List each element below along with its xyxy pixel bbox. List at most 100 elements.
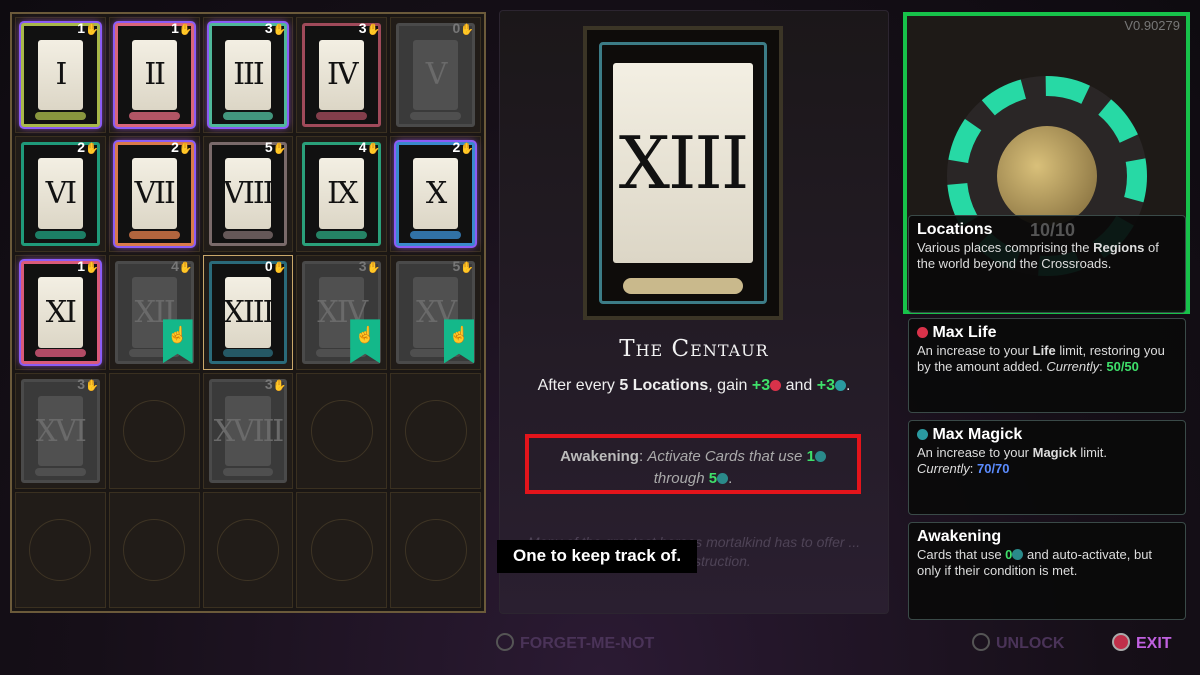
grasp-icon	[814, 451, 826, 462]
card-numeral: XIII	[224, 277, 274, 348]
character-face	[997, 126, 1097, 226]
grasp-icon: ✋	[85, 380, 99, 393]
grasp-icon: ✋	[460, 24, 474, 36]
empty-card-slot[interactable]	[296, 492, 388, 608]
card-slot-xviii[interactable]: XVIII 3✋	[202, 373, 294, 490]
card-numeral: VIII	[223, 158, 275, 229]
empty-card-slot[interactable]	[202, 492, 294, 608]
card-slot-iv[interactable]: IV 3✋	[296, 17, 388, 133]
grasp-icon: ✋	[85, 24, 99, 36]
subtitle-caption: One to keep track of.	[497, 540, 698, 573]
selected-card-numeral: XIII	[613, 63, 753, 263]
card-slot-viii[interactable]: VIII 5✋	[202, 135, 294, 252]
empty-card-slot[interactable]	[390, 492, 481, 608]
card-slot-xv[interactable]: XV 5✋ ☝	[390, 254, 481, 371]
forget-me-not-button[interactable]: FORGET-ME-NOT	[496, 633, 654, 653]
card-detail-panel: XIII The Centaur After every 5 Locations…	[499, 10, 889, 614]
arcana-card: III	[208, 23, 288, 127]
grasp-icon: ✋	[366, 142, 381, 155]
card-grid: I 1✋ II 1✋ III 3✋ IV 3✋ V 0✋ VI 2✋ VII 2✋ VIII 5✋ IX 4✋ X 2…	[10, 12, 486, 613]
arcana-card: IX	[302, 141, 382, 246]
grasp-icon: ✋	[272, 380, 287, 393]
triangle-button-icon	[496, 633, 514, 651]
arcana-card: XVIII	[208, 379, 288, 484]
arcana-card: VI	[21, 141, 100, 246]
card-slot-i[interactable]: I 1✋	[15, 17, 106, 133]
card-effect: After every 5 Locations, gain +3 and +3.	[537, 377, 851, 394]
card-numeral: I	[37, 39, 83, 111]
grasp-count: 10/10	[1029, 220, 1075, 240]
empty-card-slot[interactable]	[15, 492, 106, 608]
grasp-icon	[717, 473, 729, 484]
empty-card-slot[interactable]	[108, 492, 200, 608]
card-numeral: III	[225, 39, 271, 111]
awakening-text: Awakening: Activate Cards that use 1 thr…	[525, 434, 861, 494]
card-cost: 3✋	[264, 20, 287, 36]
arcana-card: XI	[21, 260, 100, 365]
card-numeral: V	[413, 39, 459, 111]
card-numeral: XVI	[36, 396, 87, 467]
card-cost: 2✋	[452, 138, 475, 155]
card-slot-xiv[interactable]: XIV 3✋ ☝	[296, 254, 388, 371]
empty-card-slot[interactable]	[390, 373, 481, 490]
arcana-card: XIII	[208, 260, 288, 365]
card-cost: 3✋	[77, 376, 99, 393]
arcana-card: I	[21, 23, 100, 127]
card-slot-xii[interactable]: XII 4✋ ☝	[108, 254, 200, 371]
exit-button[interactable]: EXIT	[1112, 633, 1172, 653]
arcana-card: VIII	[208, 141, 288, 246]
grasp-icon: ✋	[85, 142, 99, 155]
life-icon	[770, 380, 782, 391]
circle-button-icon	[1112, 633, 1130, 651]
card-numeral: XVIII	[214, 396, 284, 467]
arcana-card: XVI	[21, 379, 100, 484]
grasp-icon: ✋	[272, 261, 287, 274]
card-numeral: VII	[131, 158, 177, 229]
grasp-icon: ✋	[178, 142, 193, 155]
card-cost: 1✋	[171, 20, 193, 36]
card-slot-xiii[interactable]: XIII 0✋	[202, 254, 294, 371]
card-numeral: VI	[37, 158, 83, 229]
card-cost: 1✋	[77, 20, 99, 36]
arcana-card: X	[396, 141, 475, 246]
card-cost: 3✋	[264, 376, 287, 393]
grasp-icon: ✋	[460, 142, 474, 155]
empty-card-slot[interactable]	[296, 373, 388, 490]
arcana-card: V	[396, 23, 475, 127]
grasp-icon: ✋	[366, 261, 381, 274]
card-slot-xvi[interactable]: XVI 3✋	[15, 373, 106, 490]
card-cost: 3✋	[358, 257, 381, 274]
arcana-card: IV	[302, 23, 382, 127]
card-slot-ix[interactable]: IX 4✋	[296, 135, 388, 252]
grasp-icon	[1012, 549, 1024, 560]
grasp-icon: ✋	[85, 261, 99, 274]
grasp-icon: ✋	[272, 24, 287, 36]
life-icon	[917, 327, 928, 338]
unlock-button[interactable]: UNLOCK	[972, 633, 1064, 653]
cross-button-icon	[972, 633, 990, 651]
grasp-icon: ✋	[178, 261, 193, 274]
card-cost: 3✋	[358, 20, 381, 36]
card-slot-vii[interactable]: VII 2✋	[108, 135, 200, 252]
grasp-icon: ✋	[272, 142, 287, 155]
grasp-icon: ✋	[460, 261, 474, 274]
grasp-icon: ✋	[178, 24, 193, 36]
magick-icon	[917, 429, 928, 440]
card-slot-ii[interactable]: II 1✋	[108, 17, 200, 133]
empty-card-slot[interactable]	[108, 373, 200, 490]
card-cost: 1✋	[77, 257, 99, 274]
card-slot-xi[interactable]: XI 1✋	[15, 254, 106, 371]
card-slot-iii[interactable]: III 3✋	[202, 17, 294, 133]
card-title: The Centaur	[619, 336, 769, 362]
card-cost: 2✋	[171, 138, 193, 155]
selected-card-art: XIII	[583, 26, 783, 320]
card-numeral: IX	[319, 158, 365, 229]
card-slot-x[interactable]: X 2✋	[390, 135, 481, 252]
card-slot-vi[interactable]: VI 2✋	[15, 135, 106, 252]
card-cost: 0✋	[452, 20, 475, 36]
card-cost: 5✋	[264, 138, 287, 155]
card-slot-v[interactable]: V 0✋	[390, 17, 481, 133]
card-cost: 2✋	[77, 138, 99, 155]
arcana-card: II	[114, 23, 194, 127]
card-numeral: II	[131, 39, 177, 111]
